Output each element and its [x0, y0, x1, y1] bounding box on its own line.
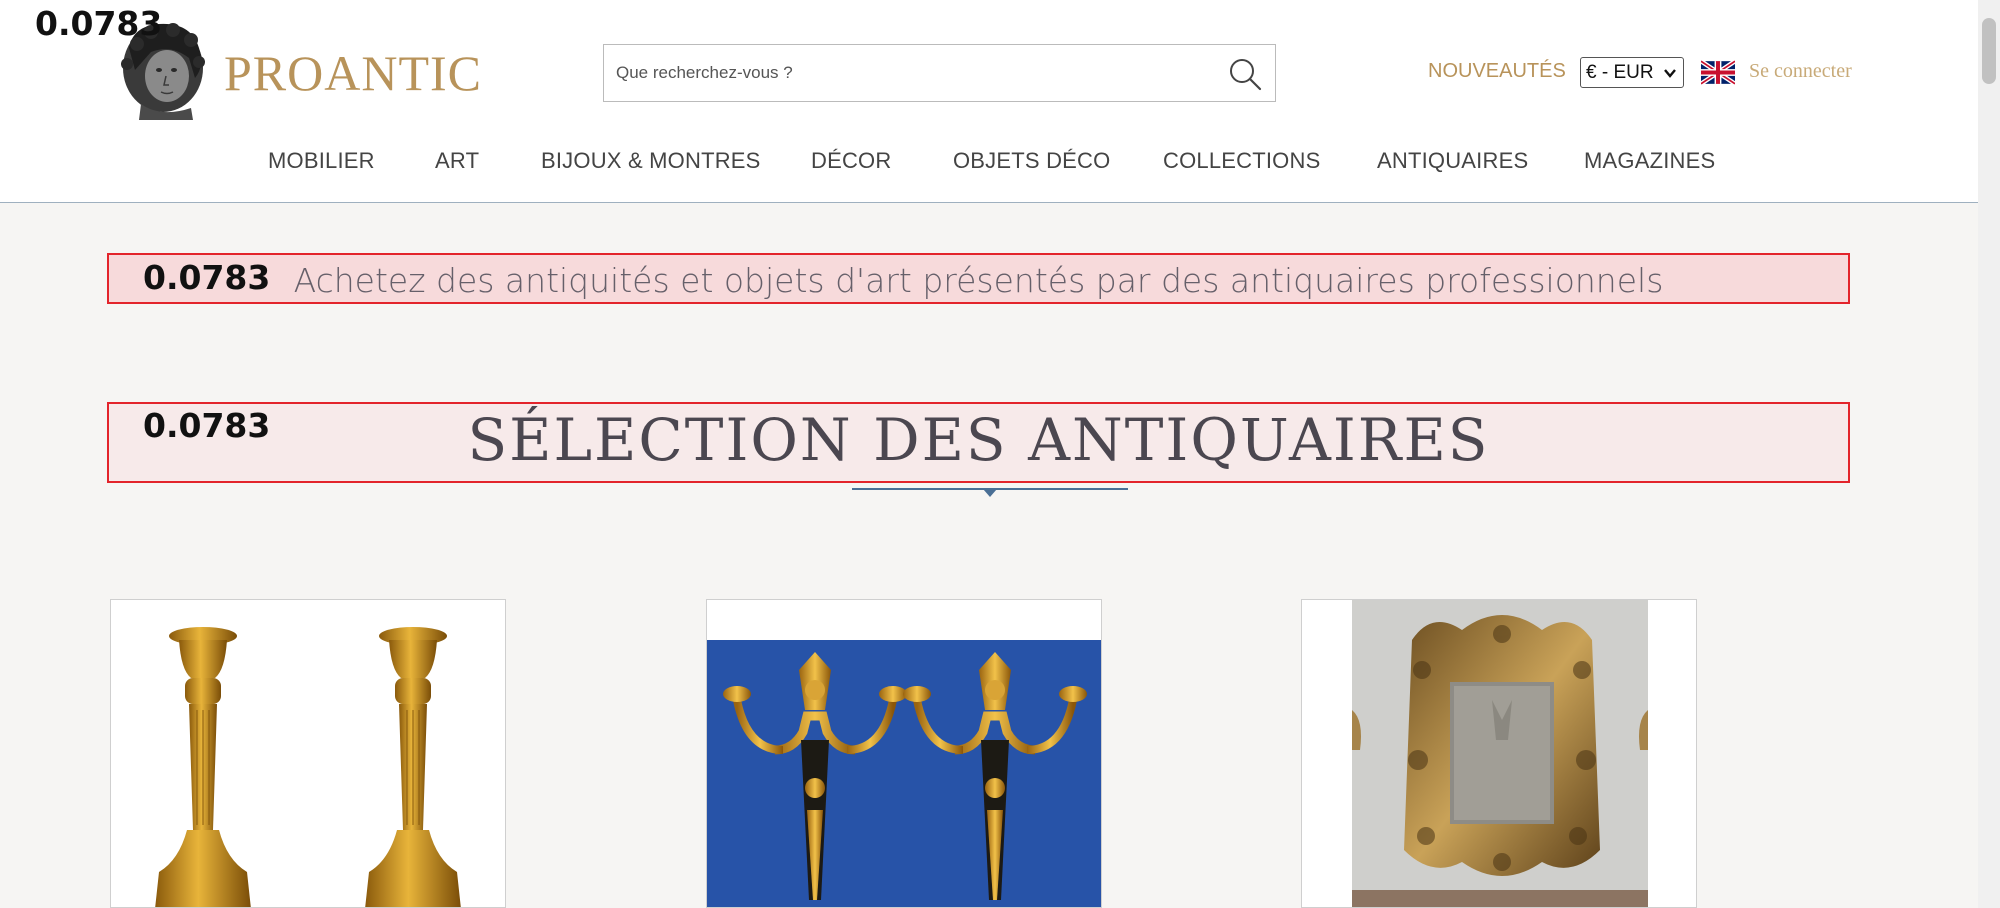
- search-box: [603, 44, 1276, 102]
- score-badge-tagline: 0.0783: [143, 258, 271, 297]
- product-card[interactable]: [1301, 599, 1697, 908]
- vertical-scrollbar[interactable]: [1978, 0, 2000, 908]
- nav-item-antiquaires[interactable]: ANTIQUAIRES: [1377, 148, 1528, 174]
- product-card[interactable]: [110, 599, 506, 908]
- divider-arrow: [983, 489, 997, 497]
- nav-item-objets-deco[interactable]: OBJETS DÉCO: [953, 148, 1110, 174]
- uk-flag-icon[interactable]: [1701, 60, 1735, 85]
- tagline-text: Achetez des antiquités et objets d'art p…: [293, 261, 1664, 300]
- nav-item-art[interactable]: ART: [435, 148, 479, 174]
- nav-item-magazines[interactable]: MAGAZINES: [1584, 148, 1715, 174]
- scrollbar-thumb[interactable]: [1982, 18, 1996, 84]
- main-nav: MOBILIER ART BIJOUX & MONTRES DÉCOR OBJE…: [0, 148, 1978, 178]
- nav-item-mobilier[interactable]: MOBILIER: [268, 148, 375, 174]
- chevron-down-icon: [1664, 69, 1676, 78]
- currency-select[interactable]: € - EUR: [1580, 57, 1684, 88]
- login-link[interactable]: Se connecter: [1749, 60, 1852, 83]
- site-header: PROANTIC NOUVEAUTÉS € - EUR Se connecter…: [0, 0, 1978, 203]
- search-icon[interactable]: [1227, 56, 1263, 92]
- carved-giltwood-mirror-image: [1302, 600, 1696, 907]
- brand-name[interactable]: PROANTIC: [224, 44, 482, 102]
- nav-item-collections[interactable]: COLLECTIONS: [1163, 148, 1320, 174]
- section-title-banner: 0.0783 SÉLECTION DES ANTIQUAIRES: [107, 402, 1850, 483]
- search-input[interactable]: [604, 45, 1204, 101]
- nouveautes-link[interactable]: NOUVEAUTÉS: [1428, 60, 1566, 83]
- nav-item-bijoux-montres[interactable]: BIJOUX & MONTRES: [541, 148, 761, 174]
- score-badge-header: 0.0783: [35, 4, 163, 43]
- tagline-banner: 0.0783 Achetez des antiquités et objets …: [107, 253, 1850, 304]
- gilt-bronze-sconces-image: [707, 600, 1101, 907]
- score-badge-section: 0.0783: [143, 406, 271, 445]
- product-card[interactable]: [706, 599, 1102, 908]
- gilt-bronze-candlesticks-image: [111, 600, 505, 907]
- currency-value: € - EUR: [1586, 61, 1654, 83]
- section-title: SÉLECTION DES ANTIQUAIRES: [467, 406, 1490, 474]
- nav-item-decor[interactable]: DÉCOR: [811, 148, 891, 174]
